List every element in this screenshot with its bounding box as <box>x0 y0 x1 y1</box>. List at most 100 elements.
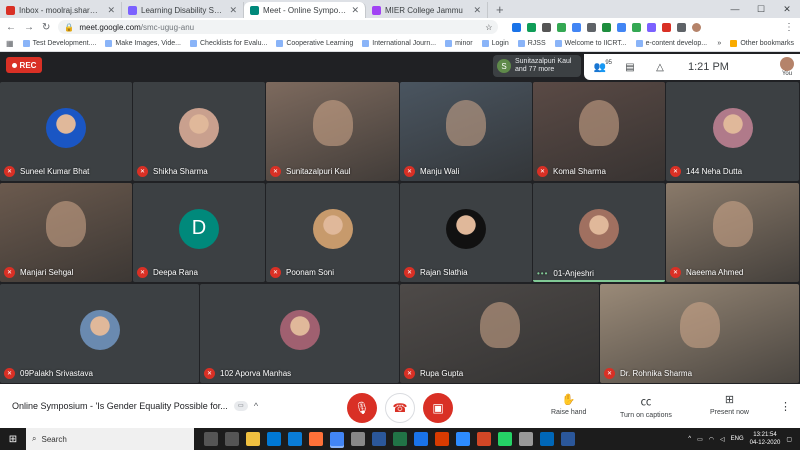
participant-tile[interactable]: ✕ Manju Wali <box>400 82 532 181</box>
reload-icon[interactable]: ↻ <box>42 22 50 33</box>
extension-icon[interactable] <box>617 22 627 32</box>
language-indicator[interactable]: ENG <box>731 436 744 442</box>
bookmark-item[interactable]: RJSS <box>517 40 546 47</box>
participant-tile[interactable]: ✕ Poonam Soni <box>266 183 399 282</box>
people-icon[interactable]: 👥 95 <box>590 60 612 73</box>
bookmark-item[interactable]: International Journ... <box>362 40 436 47</box>
meeting-details[interactable]: Online Symposium - 'Is Gender Equality P… <box>12 401 258 411</box>
forward-icon[interactable]: → <box>24 22 34 33</box>
extension-icon[interactable] <box>662 22 672 32</box>
bookmark-item[interactable]: Make Images, Vide... <box>105 40 181 47</box>
taskbar-app-icon[interactable] <box>435 432 449 446</box>
extension-icon[interactable] <box>542 22 552 32</box>
other-bookmarks[interactable]: Other bookmarks <box>730 40 794 47</box>
minimize-button[interactable]: — <box>722 0 748 18</box>
activities-icon[interactable]: △ <box>650 62 670 73</box>
battery-icon[interactable]: ▭ <box>697 436 703 443</box>
back-icon[interactable]: ← <box>6 22 16 33</box>
participant-tile[interactable]: ✕ Rupa Gupta <box>400 284 599 383</box>
extension-icon[interactable] <box>602 22 612 32</box>
bookmarks-overflow-icon[interactable]: » <box>717 40 721 47</box>
new-tab-button[interactable]: + <box>488 2 512 18</box>
address-bar[interactable]: 🔒 meet.google.com/smc-ugug-anu ☆ <box>58 20 499 34</box>
participant-tile[interactable]: ✕ 102 Aporva Manhas <box>200 284 399 383</box>
participant-tile[interactable]: ✕ Sunitazalpuri Kaul <box>266 82 399 181</box>
notification-icon[interactable]: ▢ <box>786 436 792 443</box>
taskbar-app-icon[interactable] <box>351 432 365 446</box>
extension-icon[interactable] <box>647 22 657 32</box>
muted-mic-icon: ✕ <box>4 368 15 379</box>
tab-close-icon[interactable]: ✕ <box>107 5 115 16</box>
system-clock[interactable]: 13:21:54 04-12-2020 <box>750 431 781 447</box>
close-window-button[interactable]: ✕ <box>774 0 800 18</box>
volume-icon[interactable]: ◁ <box>720 436 725 443</box>
extension-icon[interactable] <box>587 22 597 32</box>
taskbar-app-icon[interactable] <box>456 432 470 446</box>
bookmark-item[interactable]: Cooperative Learning <box>276 40 353 47</box>
bookmark-item[interactable]: e-content develop... <box>635 40 707 47</box>
taskbar-search[interactable]: ⌕ Search <box>26 428 194 450</box>
profile-avatar[interactable] <box>692 22 702 32</box>
taskbar-app-icon[interactable] <box>372 432 386 446</box>
tab-close-icon[interactable]: ✕ <box>351 5 359 16</box>
participant-tile[interactable]: ✕ 09Palakh Srivastava <box>0 284 199 383</box>
participant-tile[interactable]: ✕ Manjari Sehgal <box>0 183 132 282</box>
bookmark-item[interactable]: minor <box>445 40 473 47</box>
participant-tile[interactable]: ✕ Komal Sharma <box>533 82 665 181</box>
captions-button[interactable]: ㏄ Turn on captions <box>620 393 672 419</box>
taskbar-app-icon[interactable] <box>309 432 323 446</box>
leave-call-button[interactable]: ☎ <box>385 393 415 423</box>
maximize-button[interactable]: ☐ <box>748 0 774 18</box>
raise-hand-button[interactable]: ✋ Raise hand <box>551 393 586 416</box>
participant-tile[interactable]: ✕ Shikha Sharma <box>133 82 265 181</box>
bookmark-star-icon[interactable]: ☆ <box>485 23 492 32</box>
more-options-button[interactable]: ⋮ <box>780 400 791 413</box>
extension-icon[interactable] <box>557 22 567 32</box>
extension-icon[interactable] <box>527 22 537 32</box>
taskbar-app-icon[interactable] <box>540 432 554 446</box>
menu-kebab-icon[interactable]: ⋮ <box>784 22 794 33</box>
tab-close-icon[interactable]: ✕ <box>473 5 481 16</box>
taskbar-app-icon[interactable] <box>246 432 260 446</box>
participant-tile[interactable]: ••• 01-Anjeshri <box>533 183 665 282</box>
participant-tile[interactable]: ✕ Dr. Rohnika Sharma <box>600 284 799 383</box>
extension-icon[interactable] <box>632 22 642 32</box>
taskbar-app-icon[interactable] <box>519 432 533 446</box>
bookmark-item[interactable]: Welcome to IICRT... <box>554 40 627 47</box>
tray-chevron-icon[interactable]: ^ <box>688 436 691 442</box>
participant-tile[interactable]: ✕ Rajan Slathia <box>400 183 532 282</box>
taskbar-app-icon[interactable] <box>204 432 218 446</box>
browser-tab[interactable]: MIER College Jammu ✕ <box>366 2 488 18</box>
browser-tab[interactable]: Meet - Online Symposium - ✕ <box>244 2 366 18</box>
participant-tile[interactable]: ✕ 144 Neha Dutta <box>666 82 799 181</box>
taskbar-app-icon[interactable] <box>330 432 344 446</box>
taskbar-app-icon[interactable] <box>267 432 281 446</box>
taskbar-app-icon[interactable] <box>477 432 491 446</box>
browser-tab[interactable]: Inbox - moolraj.sharma@miercol... ✕ <box>0 2 122 18</box>
apps-grid-icon[interactable]: ▦ <box>6 39 14 48</box>
wifi-icon[interactable]: ◠ <box>709 436 714 443</box>
participant-tile[interactable]: D ✕ Deepa Rana <box>133 183 265 282</box>
tab-close-icon[interactable]: ✕ <box>229 5 237 16</box>
bookmark-item[interactable]: Test Development.... <box>22 40 96 47</box>
taskbar-app-icon[interactable] <box>561 432 575 446</box>
browser-tab[interactable]: Learning Disability Scale (सीखने ✕ <box>122 2 244 18</box>
chat-icon[interactable]: ▤ <box>620 62 640 73</box>
camera-toggle-button[interactable]: ▣ <box>423 393 453 423</box>
extension-icon[interactable] <box>572 22 582 32</box>
puzzle-icon[interactable] <box>677 22 687 32</box>
mic-toggle-button[interactable]: 🎙 <box>347 393 377 423</box>
participant-tile[interactable]: ✕ Suneel Kumar Bhat <box>0 82 132 181</box>
windows-start-icon[interactable]: ⊞ <box>0 434 26 445</box>
taskbar-app-icon[interactable] <box>393 432 407 446</box>
taskbar-search-placeholder: Search <box>41 434 67 444</box>
taskbar-app-icon[interactable] <box>288 432 302 446</box>
present-now-button[interactable]: ⊞ Present now <box>710 393 749 416</box>
extension-icon[interactable] <box>512 22 522 32</box>
taskbar-app-icon[interactable] <box>498 432 512 446</box>
taskbar-app-icon[interactable] <box>414 432 428 446</box>
bookmark-item[interactable]: Login <box>481 40 509 47</box>
taskbar-app-icon[interactable] <box>225 432 239 446</box>
bookmark-item[interactable]: Checklists for Evalu... <box>190 40 267 47</box>
participant-tile[interactable]: ✕ Naeema Ahmed <box>666 183 799 282</box>
